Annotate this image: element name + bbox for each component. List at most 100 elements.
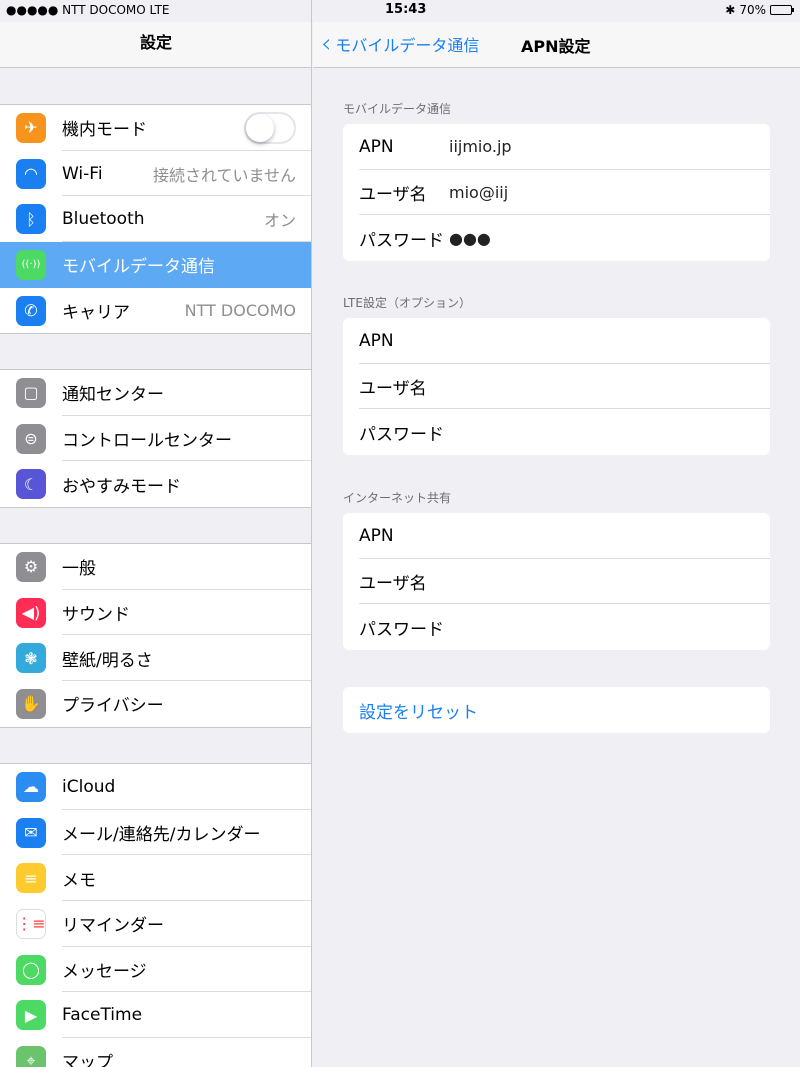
sidebar-item-label: モバイルデータ通信 <box>62 257 215 278</box>
cellular-icon: ((·)) <box>16 249 46 280</box>
mail-icon: ✉ <box>16 817 46 848</box>
sidebar-item-label: リマインダー <box>62 916 164 937</box>
sidebar-item-notes[interactable]: ≡ メモ <box>0 855 311 902</box>
sidebar-item-label: iCloud <box>62 776 116 797</box>
sidebar-item-label: メモ <box>62 870 96 891</box>
bluetooth-icon: ᛒ <box>16 204 46 235</box>
apn-field-row[interactable]: パスワード ●●● <box>343 215 770 261</box>
facetime-icon: ▶ <box>16 1000 46 1031</box>
sidebar-item-facetime[interactable]: ▶ FaceTime <box>0 992 311 1039</box>
speaker-icon: ◀) <box>16 597 46 628</box>
sidebar-item-label: プライバシー <box>62 696 164 717</box>
sidebar-item-speaker[interactable]: ◀) サウンド <box>0 590 311 636</box>
apn-field-row[interactable]: APN <box>343 318 770 364</box>
hand-icon: ✋ <box>16 688 46 719</box>
section-header: LTE設定（オプション） <box>343 296 471 310</box>
field-label: パスワード <box>359 619 444 640</box>
apn-card: APN ユーザ名 パスワード <box>343 318 770 456</box>
sidebar-item-value: NTT DOCOMO <box>184 301 296 321</box>
sidebar-item-label: コントロールセンター <box>62 431 232 452</box>
sidebar-item-reminders[interactable]: ⋮≡ リマインダー <box>0 901 311 947</box>
sidebar-item-label: Wi-Fi <box>62 163 103 184</box>
field-label: APN <box>359 136 394 157</box>
field-input[interactable]: mio@iij <box>449 183 508 202</box>
sidebar-item-cloud[interactable]: ☁ iCloud <box>0 764 311 810</box>
reset-settings-button[interactable]: 設定をリセット <box>343 687 770 733</box>
notification-icon: ▢ <box>16 377 46 408</box>
cloud-icon: ☁ <box>16 771 46 802</box>
airplane-mode-toggle[interactable] <box>244 111 296 144</box>
detail-navbar: ‹ モバイルデータ通信 APN設定 <box>313 22 800 68</box>
sidebar-item-mail[interactable]: ✉ メール/連絡先/カレンダー <box>0 810 311 856</box>
field-label: APN <box>359 525 394 546</box>
carrier-signal: ●●●●● NTT DOCOMO LTE <box>6 3 170 17</box>
section-header: モバイルデータ通信 <box>343 102 452 116</box>
back-button-label: モバイルデータ通信 <box>335 36 480 55</box>
sidebar-item-moon[interactable]: ☾ おやすみモード <box>0 461 311 507</box>
airplane-icon: ✈ <box>16 112 46 143</box>
sidebar-item-gear[interactable]: ⚙ 一般 <box>0 544 311 590</box>
sidebar-item-label: 一般 <box>62 559 96 580</box>
bluetooth-status-icon: ✱ <box>725 3 736 17</box>
sidebar-item-label: サウンド <box>62 605 130 626</box>
apn-settings-pane: ‹ モバイルデータ通信 APN設定 モバイルデータ通信 APN iijmio.jp ユ… <box>313 0 800 1067</box>
field-label: APN <box>359 330 394 351</box>
sidebar-item-label: メッセージ <box>62 962 147 983</box>
apn-field-row[interactable]: ユーザ名 <box>343 559 770 605</box>
messages-icon: ◯ <box>16 954 46 985</box>
toggle-knob <box>246 113 274 142</box>
apn-field-row[interactable]: APN iijmio.jp <box>343 124 770 170</box>
gear-icon: ⚙ <box>16 551 46 582</box>
sidebar-item-label: キャリア <box>62 303 130 324</box>
sidebar-item-notification[interactable]: ▢ 通知センター <box>0 370 311 416</box>
sidebar-item-airplane[interactable]: ✈ 機内モード <box>0 105 311 151</box>
notes-icon: ≡ <box>16 863 46 894</box>
apn-field-row[interactable]: パスワード <box>343 604 770 650</box>
sidebar-item-control-center[interactable]: ⊜ コントロールセンター <box>0 416 311 462</box>
battery-percent: 70% <box>739 3 766 17</box>
sidebar-item-cellular[interactable]: ((·)) モバイルデータ通信 <box>0 242 311 288</box>
back-button[interactable]: ‹ モバイルデータ通信 <box>321 31 480 57</box>
sidebar-item-label: 機内モード <box>62 120 147 141</box>
settings-group: ▢ 通知センター ⊜ コントロールセンター ☾ おやすみモード <box>0 369 311 509</box>
sidebar-item-hand[interactable]: ✋ プライバシー <box>0 681 311 727</box>
page-title: APN設定 <box>521 37 591 56</box>
reset-card: 設定をリセット <box>343 687 770 733</box>
apn-card: APN ユーザ名パスワード <box>343 513 770 651</box>
sidebar-item-label: 壁紙/明るさ <box>62 650 153 671</box>
sidebar-item-label: マップ <box>62 1053 113 1067</box>
field-label: ユーザ名 <box>359 185 427 206</box>
settings-group: ✈ 機内モード ◠ Wi-Fi 接続されていません ᛒ Bluetooth オン ((·)) モバ… <box>0 104 311 335</box>
sidebar-item-label: FaceTime <box>62 1005 143 1026</box>
sidebar-title: 設定 <box>139 33 172 52</box>
control-center-icon: ⊜ <box>16 423 46 454</box>
apn-field-row[interactable]: ユーザ名 <box>343 364 770 410</box>
settings-group: ☁ iCloud ✉ メール/連絡先/カレンダー ≡ メモ ⋮≡ リマインダー ◯ メッセージ ▶ F… <box>0 763 311 1067</box>
phone-icon: ✆ <box>16 295 46 326</box>
sidebar-item-wallpaper[interactable]: ❃ 壁紙/明るさ <box>0 635 311 682</box>
maps-icon: ⌖ <box>16 1045 46 1067</box>
status-time: 15:43 <box>385 2 427 17</box>
settings-group: ⚙ 一般 ◀) サウンド ❃ 壁紙/明るさ ✋ プライバシー <box>0 543 311 728</box>
sidebar-item-wifi[interactable]: ◠ Wi-Fi 接続されていません <box>0 151 311 197</box>
field-input[interactable]: iijmio.jp <box>449 137 512 156</box>
apn-field-row[interactable]: パスワード <box>343 409 770 455</box>
sidebar-item-bluetooth[interactable]: ᛒ Bluetooth オン <box>0 196 311 243</box>
apn-field-row[interactable]: ユーザ名 mio@iij <box>343 170 770 216</box>
sidebar-item-label: Bluetooth <box>62 209 145 230</box>
field-label: ユーザ名 <box>359 574 427 595</box>
section-header: インターネット共有 <box>343 491 452 505</box>
sidebar-item-maps[interactable]: ⌖ マップ <box>0 1038 311 1067</box>
apn-field-row[interactable]: APN <box>343 513 770 559</box>
field-input[interactable]: ●●● <box>449 229 491 248</box>
sidebar-item-label: メール/連絡先/カレンダー <box>62 825 261 846</box>
sidebar-item-messages[interactable]: ◯ メッセージ <box>0 947 311 993</box>
sidebar-item-value: オン <box>263 211 296 231</box>
wallpaper-icon: ❃ <box>16 643 46 674</box>
moon-icon: ☾ <box>16 469 46 500</box>
sidebar-item-label: おやすみモード <box>62 476 181 497</box>
apn-card: APN iijmio.jp ユーザ名 mio@iij パスワード ●●● <box>343 124 770 262</box>
sidebar-item-label: 通知センター <box>62 385 164 406</box>
sidebar-item-phone[interactable]: ✆ キャリア NTT DOCOMO <box>0 288 311 334</box>
sidebar-navbar: 設定 <box>0 22 311 68</box>
